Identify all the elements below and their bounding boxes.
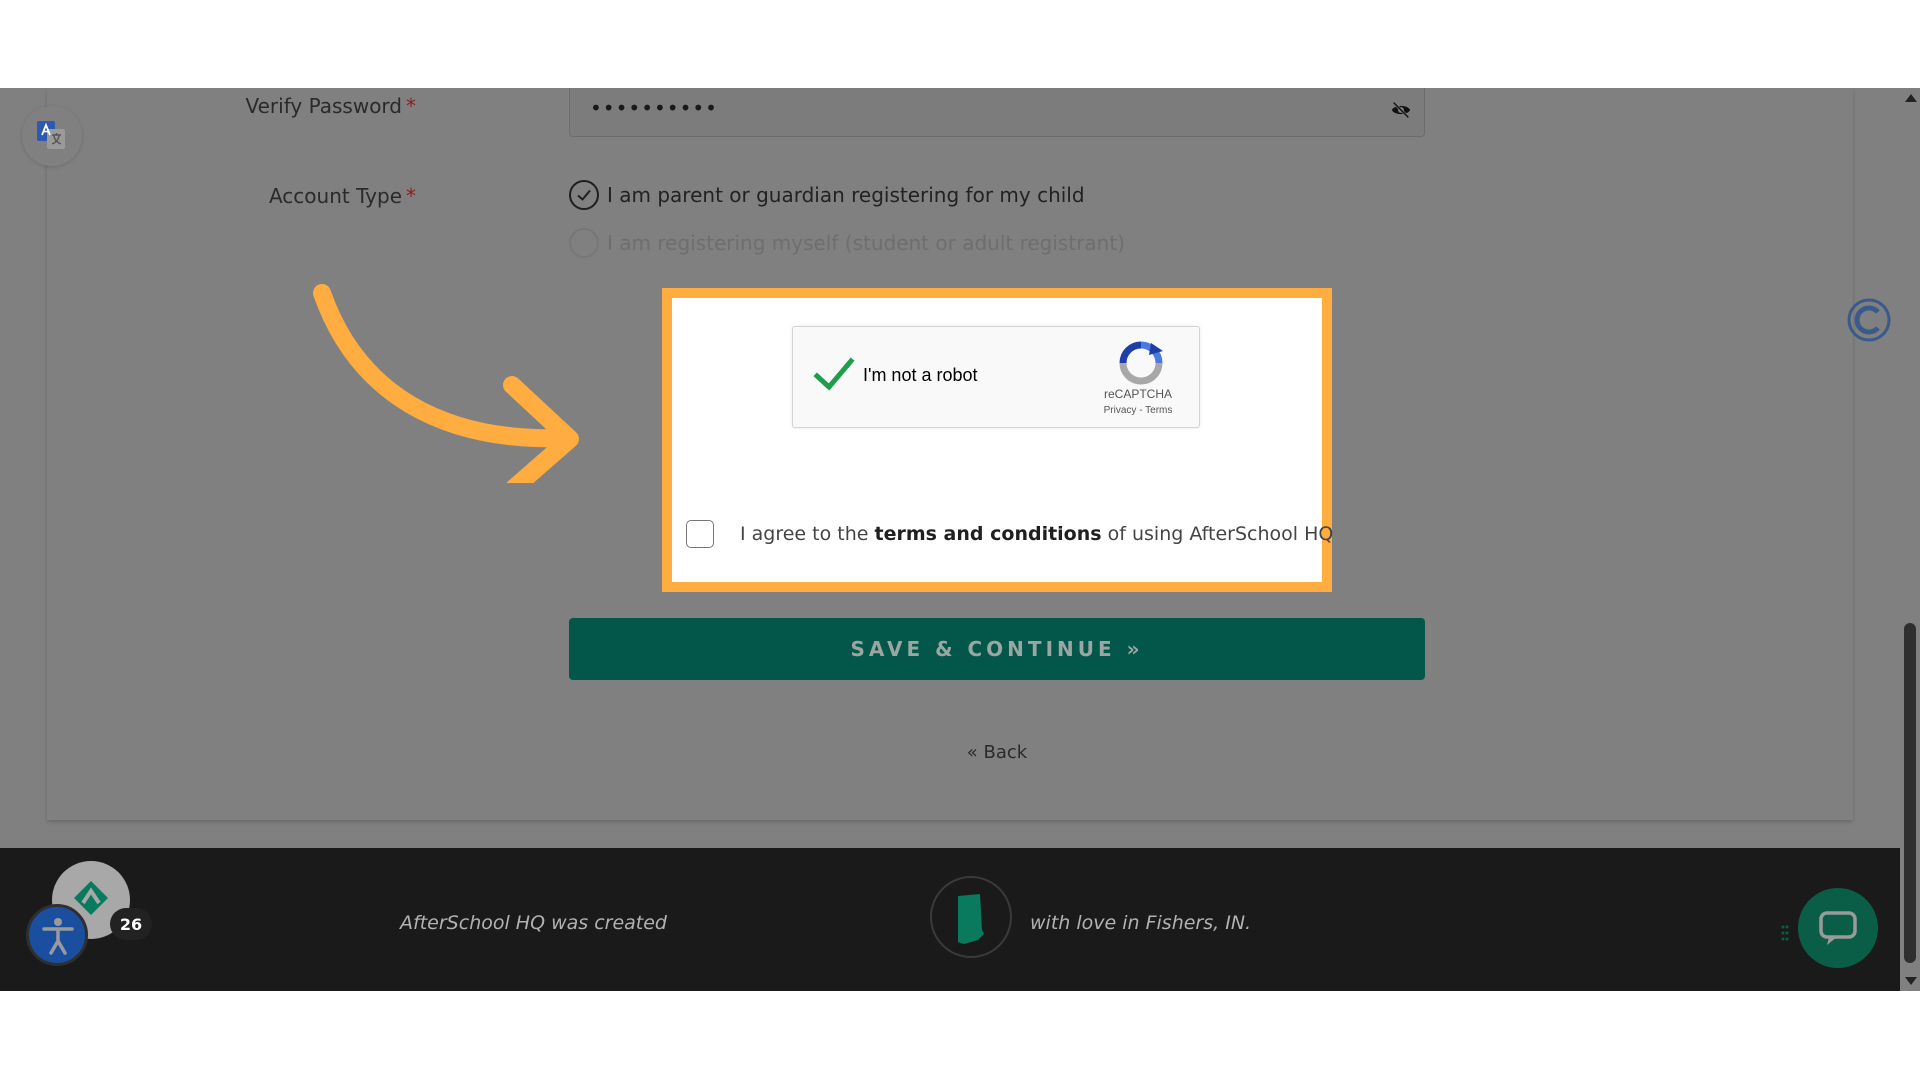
screen: Verify Password * •••••••••• Account Type… [0,0,1920,1080]
verify-password-label-text: Verify Password [245,94,402,118]
back-link-text[interactable]: « Back [967,742,1027,763]
recaptcha-brand: reCAPTCHA [1103,387,1172,401]
account-type-option-label: I am registering myself (student or adul… [607,231,1125,255]
terms-prefix: I agree to the [740,523,875,545]
google-translate-icon [37,121,65,149]
recaptcha-widget[interactable]: I'm not a robot reCAPTCHA Privacy - Term… [792,326,1200,428]
accessibility-button[interactable] [26,904,88,966]
required-marker: * [406,184,416,208]
recaptcha-checkmark-icon[interactable] [813,354,855,396]
chat-icon [1819,911,1857,945]
c-logo-icon[interactable] [1847,298,1891,342]
recaptcha-label: I'm not a robot [863,365,978,385]
chat-button[interactable] [1798,888,1878,968]
google-translate-widget[interactable] [22,106,82,166]
indiana-state-icon [930,876,1012,958]
account-type-option-parent[interactable]: I am parent or guardian registering for … [569,180,1085,210]
notification-count-badge[interactable]: 26 [110,908,152,940]
scroll-up-arrow[interactable] [1905,94,1917,102]
page-scrollbar[interactable] [1900,88,1920,991]
accessibility-icon [42,918,74,955]
footer-text-right: with love in Fishers, IN. [1030,912,1252,934]
account-type-label-text: Account Type [268,184,402,208]
arrow-annotation-icon [313,284,579,483]
eye-off-icon[interactable] [1390,99,1412,121]
terms-and-conditions-link[interactable]: terms and conditions [875,523,1102,545]
drag-handle-icon[interactable] [1780,924,1790,946]
verify-password-input[interactable]: •••••••••• [569,88,1425,137]
check-circle-icon[interactable] [569,180,599,210]
recaptcha-separator: - [1136,405,1146,416]
registration-card: Verify Password * •••••••••• Account Type… [47,88,1853,820]
account-type-option-label: I am parent or guardian registering for … [607,183,1085,207]
footer-text-left: AfterSchool HQ was created [400,912,667,934]
recaptcha-terms-link[interactable]: Terms [1145,405,1172,416]
recaptcha-privacy-link[interactable]: Privacy [1104,405,1137,416]
terms-agreement: I agree to the terms and conditions of u… [686,520,1333,548]
page-viewport: Verify Password * •••••••••• Account Type… [0,88,1920,991]
back-link: « Back [47,742,1920,763]
verify-password-label: Verify Password * [245,94,416,118]
radio-unselected[interactable] [569,228,599,258]
account-type-option-self[interactable]: I am registering myself (student or adul… [569,228,1125,258]
save-and-continue-button[interactable]: SAVE & CONTINUE » [569,618,1425,680]
terms-suffix: of using AfterSchool HQ [1101,523,1334,545]
scroll-down-arrow[interactable] [1905,977,1917,985]
highlight-annotation-box: I'm not a robot reCAPTCHA Privacy - Term… [662,288,1333,592]
account-type-label: Account Type * [269,184,416,208]
recaptcha-links: Privacy - Terms [1083,405,1193,416]
site-footer: AfterSchool HQ was created with love in … [0,848,1900,991]
scroll-thumb[interactable] [1904,623,1916,963]
verify-password-value: •••••••••• [590,96,718,120]
terms-checkbox[interactable] [686,520,714,548]
terms-text: I agree to the terms and conditions of u… [740,523,1333,545]
recaptcha-logo-icon [1119,341,1163,385]
required-marker: * [406,94,416,118]
